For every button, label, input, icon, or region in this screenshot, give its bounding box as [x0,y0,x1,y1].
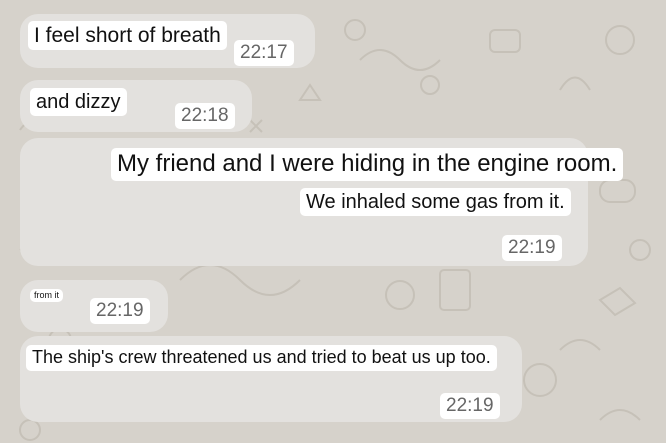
message-timestamp: 22:19 [90,298,150,324]
message-timestamp: 22:19 [502,235,562,261]
message-timestamp: 22:18 [175,103,235,129]
message-text-line-1: My friend and I were hiding in the engin… [111,148,624,181]
message-text-line-2: We inhaled some gas from it. [300,188,571,216]
message-timestamp: 22:17 [234,40,294,66]
message-timestamp: 22:19 [440,393,500,419]
message-text: and dizzy [30,88,127,116]
message-text: from it [30,289,64,302]
message-text: I feel short of breath [28,21,227,51]
chat-area[interactable]: I feel short of breath 22:17 and dizzy 2… [0,0,666,443]
message-text: The ship's crew threatened us and tried … [26,345,497,371]
